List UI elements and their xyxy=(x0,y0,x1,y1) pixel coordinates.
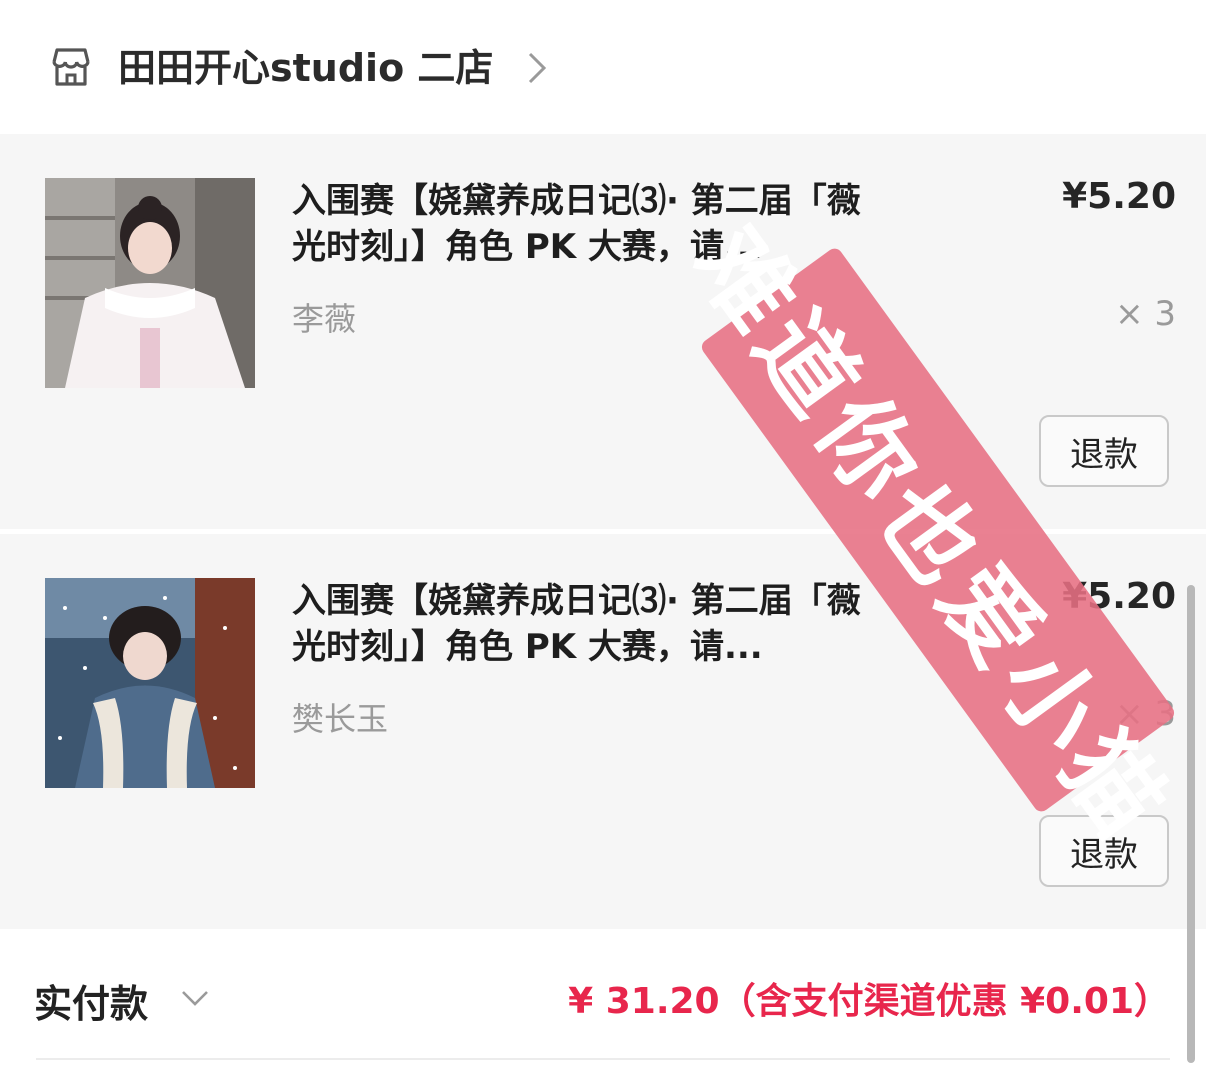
item-spec: 李薇 xyxy=(292,300,357,338)
order-item[interactable]: 入围赛【娆黛养成日记⑶· 第二届「薇光时刻」】角色 PK 大赛，请... 李薇 … xyxy=(0,134,1206,529)
refund-button[interactable]: 退款 xyxy=(1039,415,1169,487)
store-icon xyxy=(52,48,90,86)
scrollbar[interactable] xyxy=(1187,585,1195,1063)
item-quantity: × 3 xyxy=(1115,294,1176,334)
item-spec: 樊长玉 xyxy=(292,700,389,738)
store-name[interactable]: 田田开心studio 二店 xyxy=(118,42,493,94)
payment-label[interactable]: 实付款 xyxy=(34,973,148,1028)
divider xyxy=(36,1058,1170,1060)
store-header[interactable]: 田田开心studio 二店 xyxy=(0,0,1206,134)
product-thumbnail[interactable] xyxy=(45,578,255,788)
item-title[interactable]: 入围赛【娆黛养成日记⑶· 第二届「薇光时刻」】角色 PK 大赛，请... xyxy=(292,578,862,670)
item-price: ¥5.20 xyxy=(1062,176,1176,217)
payment-row[interactable]: 实付款 ¥ 31.20（含支付渠道优惠 ¥0.01） xyxy=(0,930,1206,1065)
product-thumbnail[interactable] xyxy=(45,178,255,388)
chevron-down-icon[interactable] xyxy=(180,988,210,1008)
payment-amount: ¥ 31.20（含支付渠道优惠 ¥0.01） xyxy=(568,981,1170,1022)
chevron-right-icon[interactable] xyxy=(524,50,550,86)
